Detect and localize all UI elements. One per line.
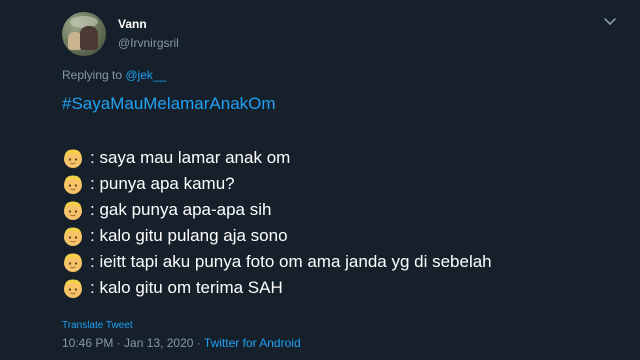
tweet-line: : punya apa kamu? [62, 172, 235, 196]
tweet-line: : kalo gitu pulang aja sono [62, 224, 288, 248]
replying-to: Replying to @jek__ [62, 68, 166, 82]
replying-to-mention[interactable]: @jek__ [125, 68, 166, 82]
tweet-line-text: : kalo gitu om terima SAH [90, 278, 283, 297]
tweet-line-text: : gak punya apa-apa sih [90, 200, 272, 219]
tweet-line-text: : kalo gitu pulang aja sono [90, 226, 288, 245]
tweet: Vann @Irvnirgsril Replying to @jek__ #Sa… [0, 0, 640, 360]
blond-person-emoji-icon [64, 253, 82, 272]
tweet-line-text: : ieitt tapi aku punya foto om ama janda… [90, 252, 492, 271]
tweet-source-link[interactable]: Twitter for Android [204, 336, 301, 350]
tweet-line: : gak punya apa-apa sih [62, 198, 271, 222]
tweet-metadata: 10:46 PM · Jan 13, 2020 · Twitter for An… [62, 336, 301, 350]
tweet-line-text: : saya mau lamar anak om [90, 148, 291, 167]
tweet-line: : kalo gitu om terima SAH [62, 276, 283, 300]
blond-person-emoji-icon [64, 149, 82, 168]
tweet-time[interactable]: 10:46 PM [62, 336, 113, 350]
blond-person-emoji-icon [64, 175, 82, 194]
tweet-line-text: : punya apa kamu? [90, 174, 235, 193]
author-name[interactable]: Vann [118, 17, 147, 31]
hashtag-link[interactable]: #SayaMauMelamarAnakOm [62, 94, 276, 114]
meta-separator: · [113, 336, 125, 350]
tweet-date[interactable]: Jan 13, 2020 [124, 336, 193, 350]
translate-tweet-link[interactable]: Translate Tweet [62, 320, 133, 331]
blond-person-emoji-icon [64, 227, 82, 246]
meta-separator: · [193, 336, 204, 350]
avatar[interactable] [62, 12, 106, 56]
author-handle[interactable]: @Irvnirgsril [118, 36, 179, 50]
tweet-line: : ieitt tapi aku punya foto om ama janda… [62, 250, 492, 274]
tweet-line: : saya mau lamar anak om [62, 146, 290, 170]
blond-person-emoji-icon [64, 201, 82, 220]
replying-to-label: Replying to [62, 68, 126, 82]
blond-person-emoji-icon [64, 279, 82, 298]
chevron-down-icon[interactable] [602, 16, 618, 28]
